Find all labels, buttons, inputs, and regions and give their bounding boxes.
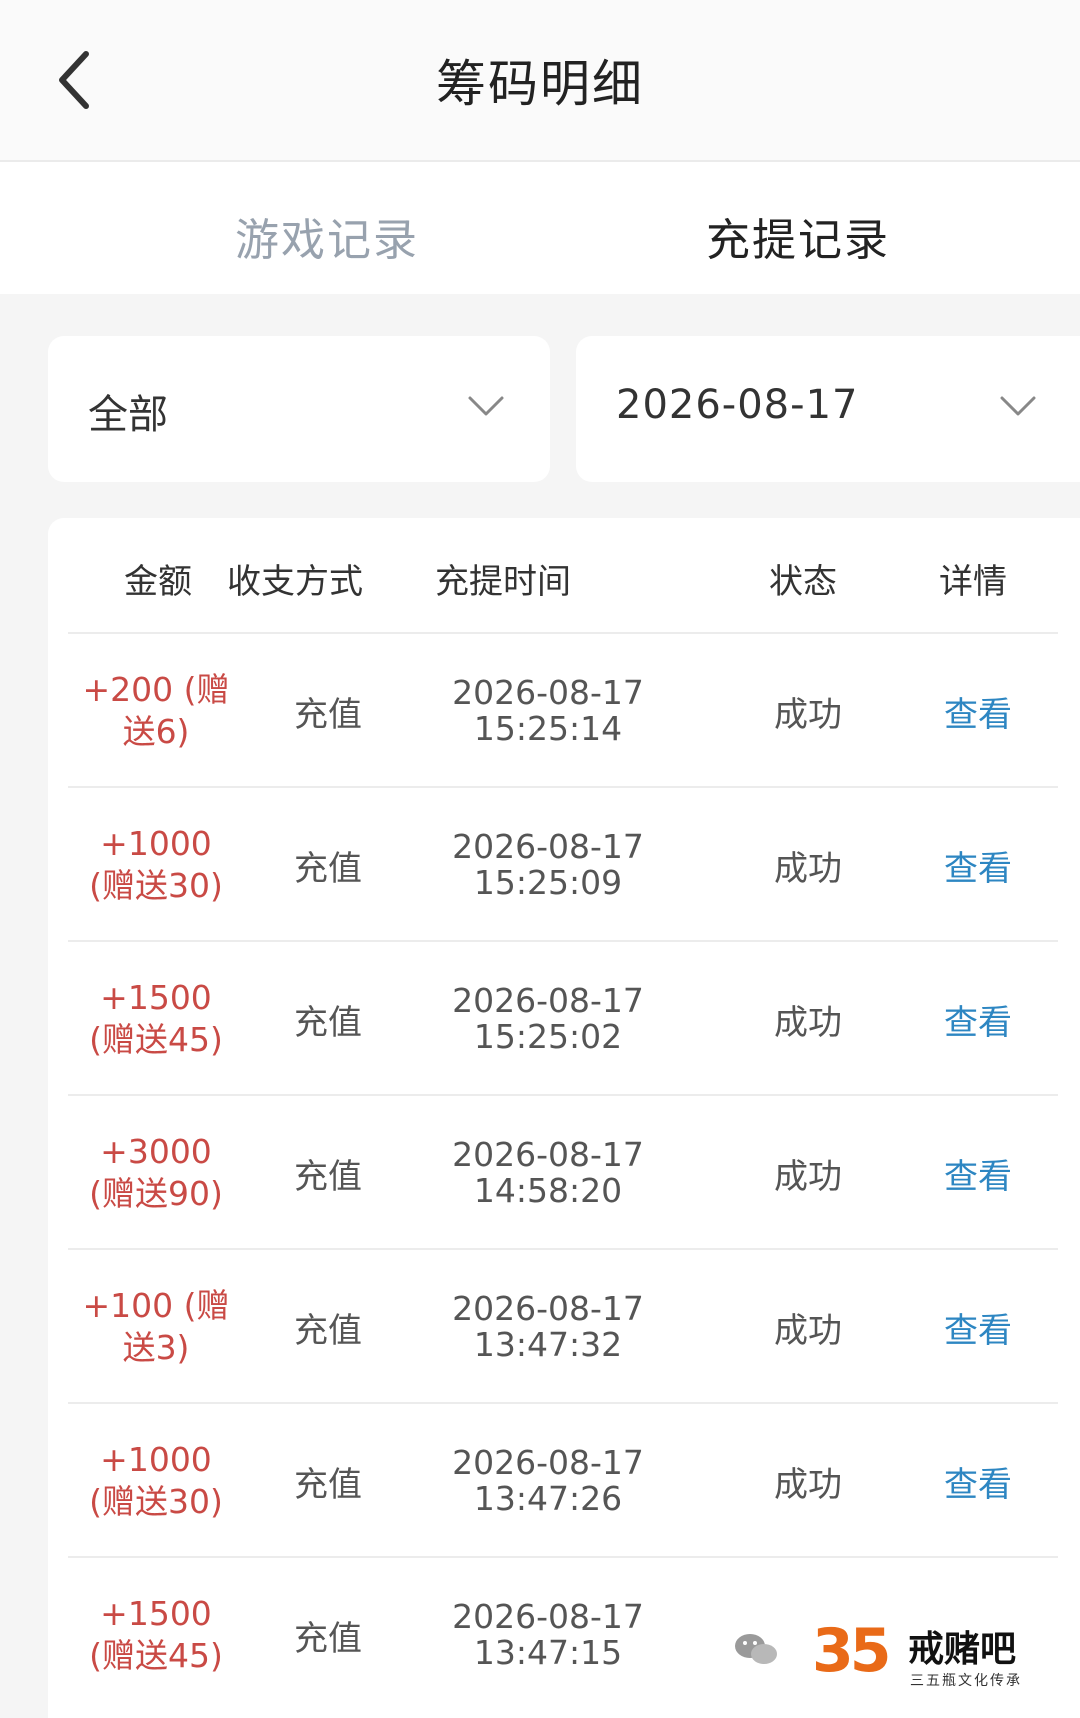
watermark-brand: 戒赌吧 xyxy=(908,1629,1017,1670)
page-title: 筹码明细 xyxy=(436,55,644,113)
status-cell: 成功 xyxy=(774,1464,842,1505)
view-detail-link[interactable]: 查看 xyxy=(928,634,1028,788)
view-detail-link[interactable]: 查看 xyxy=(928,1250,1028,1404)
view-detail-link[interactable]: 查看 xyxy=(928,1096,1028,1250)
method-cell: 充值 xyxy=(294,694,362,735)
table-row: +3000 (赠送90) 充值 2026-08-17 14:58:20 成功 查看 xyxy=(68,1094,1058,1250)
records-table: 金额 收支方式 充提时间 状态 详情 +200 (赠送6) 充值 2026-08… xyxy=(48,518,1080,1718)
table-header: 金额 收支方式 充提时间 状态 详情 xyxy=(48,518,1080,632)
view-detail-link[interactable]: 查看 xyxy=(928,788,1028,942)
status-cell: 成功 xyxy=(774,1156,842,1197)
table-row: +1000 (赠送30) 充值 2026-08-17 15:25:09 成功 查看 xyxy=(68,786,1058,942)
tab-bar: 游戏记录 充提记录 xyxy=(0,162,1080,294)
amount-cell: +3000 (赠送90) xyxy=(89,1132,223,1213)
column-header-detail: 详情 xyxy=(939,562,1007,602)
watermark-tagline: 三五瓶文化传承 xyxy=(910,1673,1022,1689)
amount-cell: +200 (赠送6) xyxy=(82,670,230,751)
method-cell: 充值 xyxy=(294,1618,362,1659)
column-header-method: 收支方式 xyxy=(227,562,363,602)
date-filter-dropdown[interactable]: 2026-08-17 xyxy=(576,336,1080,482)
type-filter-value: 全部 xyxy=(88,392,168,438)
method-cell: 充值 xyxy=(294,1002,362,1043)
time-cell: 2026-08-17 13:47:32 xyxy=(452,1289,644,1364)
amount-cell: +1500 (赠送45) xyxy=(89,1594,223,1675)
watermark-number: 35 xyxy=(812,1616,891,1686)
watermark: 35 戒赌吧 三五瓶文化传承 xyxy=(730,1612,1080,1702)
type-filter-dropdown[interactable]: 全部 xyxy=(48,336,550,482)
amount-cell: +100 (赠送3) xyxy=(82,1286,230,1367)
column-header-status: 状态 xyxy=(769,562,837,602)
status-cell: 成功 xyxy=(774,1002,842,1043)
table-row: +1000 (赠送30) 充值 2026-08-17 13:47:26 成功 查看 xyxy=(68,1402,1058,1558)
method-cell: 充值 xyxy=(294,1156,362,1197)
column-header-amount: 金额 xyxy=(124,562,192,602)
table-row: +1500 (赠送45) 充值 2026-08-17 15:25:02 成功 查看 xyxy=(68,940,1058,1096)
amount-cell: +1000 (赠送30) xyxy=(89,824,223,905)
time-cell: 2026-08-17 15:25:14 xyxy=(452,673,644,748)
method-cell: 充值 xyxy=(294,1310,362,1351)
top-nav-bar: 筹码明细 xyxy=(0,0,1080,162)
time-cell: 2026-08-17 15:25:09 xyxy=(452,827,644,902)
table-row: +200 (赠送6) 充值 2026-08-17 15:25:14 成功 查看 xyxy=(68,632,1058,788)
time-cell: 2026-08-17 13:47:15 xyxy=(452,1597,644,1672)
table-row: +100 (赠送3) 充值 2026-08-17 13:47:32 成功 查看 xyxy=(68,1248,1058,1404)
method-cell: 充值 xyxy=(294,1464,362,1505)
tab-game-records[interactable]: 游戏记录 xyxy=(235,204,419,268)
tab-deposit-withdraw-records[interactable]: 充提记录 xyxy=(706,204,890,268)
time-cell: 2026-08-17 15:25:02 xyxy=(452,981,644,1056)
wechat-icon xyxy=(735,1634,777,1664)
method-cell: 充值 xyxy=(294,848,362,889)
view-detail-link[interactable]: 查看 xyxy=(928,942,1028,1096)
status-cell: 成功 xyxy=(774,848,842,889)
chevron-down-icon xyxy=(1000,396,1036,416)
status-cell: 成功 xyxy=(774,694,842,735)
time-cell: 2026-08-17 14:58:20 xyxy=(452,1135,644,1210)
amount-cell: +1000 (赠送30) xyxy=(89,1440,223,1521)
column-header-time: 充提时间 xyxy=(435,562,571,602)
chevron-down-icon xyxy=(468,396,504,416)
time-cell: 2026-08-17 13:47:26 xyxy=(452,1443,644,1518)
view-detail-link[interactable]: 查看 xyxy=(928,1404,1028,1558)
status-cell: 成功 xyxy=(774,1310,842,1351)
amount-cell: +1500 (赠送45) xyxy=(89,978,223,1059)
date-filter-value: 2026-08-17 xyxy=(616,382,859,428)
